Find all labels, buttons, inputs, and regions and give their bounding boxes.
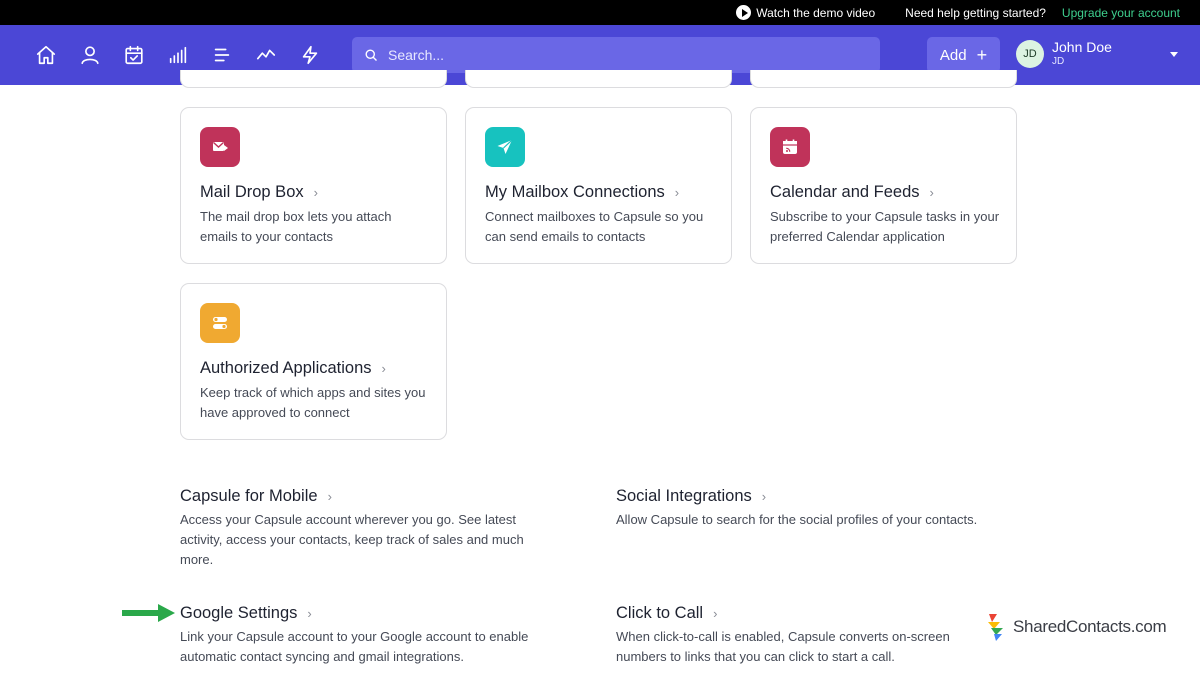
trend-line-icon[interactable] <box>244 35 288 75</box>
section-google-settings[interactable]: Google Settings › Link your Capsule accou… <box>180 604 560 667</box>
card-title: Calendar and Feeds <box>770 183 920 201</box>
chevron-right-icon: › <box>761 489 767 504</box>
watch-demo-label: Watch the demo video <box>756 5 876 20</box>
section-social-integrations[interactable]: Social Integrations › Allow Capsule to se… <box>616 487 1016 530</box>
help-text: Need help getting started? <box>905 5 1046 20</box>
card-title: Mail Drop Box <box>200 183 304 201</box>
section-description: Allow Capsule to search for the social p… <box>616 512 978 527</box>
section-description: Link your Capsule account to your Google… <box>180 629 529 664</box>
top-strip: Watch the demo video Need help getting s… <box>0 0 1200 25</box>
chevron-right-icon: › <box>674 185 680 200</box>
search-box[interactable] <box>352 37 880 73</box>
annotation-arrow-icon <box>122 604 175 622</box>
card-mailbox-connections[interactable]: My Mailbox Connections › Connect mailboxe… <box>465 107 732 264</box>
card-description: The mail drop box lets you attach emails… <box>200 209 392 244</box>
list-icon[interactable] <box>200 35 244 75</box>
chevron-right-icon: › <box>307 606 312 621</box>
watermark-text: SharedContacts.com <box>1013 617 1167 636</box>
lightning-icon[interactable] <box>288 35 332 75</box>
section-title: Capsule for Mobile <box>180 487 318 505</box>
card-mail-drop-box[interactable]: Mail Drop Box › The mail drop box lets yo… <box>180 107 447 264</box>
section-title: Google Settings <box>180 604 298 622</box>
card-calendar-feeds[interactable]: Calendar and Feeds › Subscribe to your Ca… <box>750 107 1017 264</box>
watch-demo-link[interactable]: Watch the demo video <box>736 5 875 20</box>
card-description: Subscribe to your Capsule tasks in your … <box>770 209 1000 244</box>
section-description: When click-to-call is enabled, Capsule c… <box>616 629 950 664</box>
card-partial[interactable] <box>750 70 1017 88</box>
section-title: Social Integrations <box>616 487 752 505</box>
watermark: SharedContacts.com <box>985 612 1167 642</box>
chevron-right-icon: › <box>327 489 332 504</box>
calendar-feed-icon <box>770 127 810 167</box>
section-capsule-mobile[interactable]: Capsule for Mobile › Access your Capsule … <box>180 487 560 570</box>
section-description: Access your Capsule account wherever you… <box>180 512 524 567</box>
card-partial[interactable] <box>465 70 732 88</box>
paper-plane-icon <box>485 127 525 167</box>
add-button-label: Add <box>939 46 967 64</box>
person-icon[interactable] <box>68 35 112 75</box>
card-partial[interactable] <box>180 70 447 88</box>
card-title: My Mailbox Connections <box>485 183 665 201</box>
section-click-to-call[interactable]: Click to Call › When click-to-call is ena… <box>616 604 981 667</box>
calendar-check-icon[interactable] <box>112 35 156 75</box>
card-description: Connect mailboxes to Capsule so you can … <box>485 209 704 244</box>
chevron-right-icon: › <box>381 361 386 376</box>
toggles-icon <box>200 303 240 343</box>
sharedcontacts-logo-icon <box>988 614 1003 641</box>
plus-icon: + <box>976 45 988 65</box>
user-subtitle: JD <box>1052 56 1065 67</box>
add-button[interactable]: Add + <box>927 37 1000 73</box>
user-name: John Doe <box>1052 39 1112 55</box>
bar-chart-icon[interactable] <box>156 35 200 75</box>
user-menu[interactable]: JD John Doe JD <box>1016 39 1112 69</box>
home-icon[interactable] <box>24 35 68 75</box>
card-title: Authorized Applications <box>200 359 372 377</box>
chevron-right-icon: › <box>929 185 934 200</box>
chevron-down-icon[interactable] <box>1170 52 1178 57</box>
mail-drop-icon <box>200 127 240 167</box>
search-input[interactable] <box>388 47 868 63</box>
avatar: JD <box>1016 40 1044 68</box>
upgrade-link[interactable]: Upgrade your account <box>1062 6 1180 20</box>
section-title: Click to Call <box>616 604 704 622</box>
chevron-right-icon: › <box>713 606 718 621</box>
card-authorized-applications[interactable]: Authorized Applications › Keep track of w… <box>180 283 447 440</box>
card-description: Keep track of which apps and sites you h… <box>200 385 426 420</box>
chevron-right-icon: › <box>313 185 318 200</box>
search-icon <box>365 49 377 61</box>
play-icon <box>736 5 752 20</box>
